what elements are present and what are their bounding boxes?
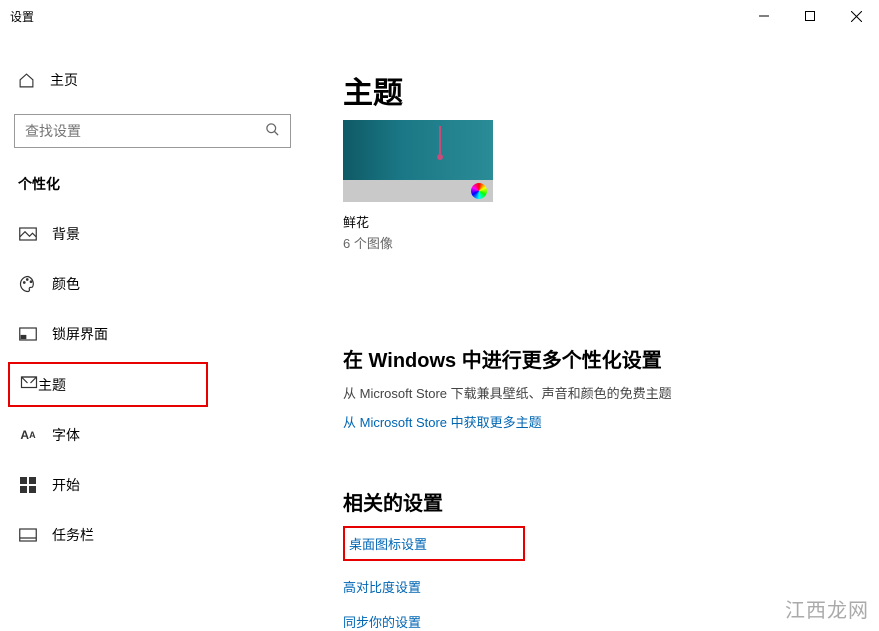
- lockscreen-icon: [18, 324, 38, 344]
- desktop-icon-settings-link-highlight: 桌面图标设置: [343, 526, 525, 561]
- themes-icon: [20, 374, 38, 395]
- more-personalization-desc: 从 Microsoft Store 下载兼具壁纸、声音和颜色的免费主题: [343, 383, 879, 402]
- sidebar-section-label: 个性化: [18, 174, 303, 194]
- store-link[interactable]: 从 Microsoft Store 中获取更多主题: [343, 412, 542, 431]
- maximize-icon: [805, 11, 815, 21]
- maximize-button[interactable]: [787, 0, 833, 32]
- sidebar-home-label: 主页: [50, 70, 78, 90]
- sidebar: 主页 个性化 背景 颜色 锁屏界面: [0, 32, 315, 629]
- home-icon: [18, 72, 38, 89]
- palette-icon: [18, 274, 38, 294]
- color-wheel-icon: [471, 183, 487, 199]
- search-box[interactable]: [14, 114, 291, 148]
- minimize-button[interactable]: [741, 0, 787, 32]
- close-button[interactable]: [833, 0, 879, 32]
- sidebar-item-label: 字体: [52, 425, 80, 445]
- watermark: 江西龙网: [785, 594, 869, 623]
- more-personalization-heading: 在 Windows 中进行更多个性化设置: [343, 344, 879, 373]
- theme-preview[interactable]: [343, 120, 493, 206]
- titlebar: 设置: [0, 0, 879, 32]
- high-contrast-link[interactable]: 高对比度设置: [343, 577, 421, 596]
- taskbar-icon: [18, 525, 38, 545]
- theme-name: 鲜花: [343, 212, 879, 231]
- theme-accent-bar: [343, 180, 493, 202]
- fonts-icon: AA: [18, 425, 38, 445]
- start-icon: [18, 475, 38, 495]
- sidebar-item-taskbar[interactable]: 任务栏: [0, 513, 303, 557]
- theme-thumbnail: [343, 120, 493, 180]
- close-icon: [851, 11, 862, 22]
- related-settings-heading: 相关的设置: [343, 487, 879, 516]
- main-content: 主题 鲜花 6 个图像 在 Windows 中进行更多个性化设置 从 Micro…: [315, 32, 879, 629]
- sidebar-item-label: 任务栏: [52, 525, 94, 545]
- theme-image-count: 6 个图像: [343, 233, 879, 252]
- window-controls: [741, 0, 879, 32]
- sidebar-item-start[interactable]: 开始: [0, 463, 303, 507]
- sidebar-item-label: 开始: [52, 475, 80, 495]
- desktop-icon-settings-link[interactable]: 桌面图标设置: [349, 537, 427, 552]
- sidebar-item-label: 主题: [38, 375, 66, 395]
- window-title: 设置: [10, 8, 34, 25]
- sidebar-item-label: 背景: [52, 224, 80, 244]
- sidebar-item-colors[interactable]: 颜色: [0, 262, 303, 306]
- search-input[interactable]: [25, 123, 265, 139]
- sync-settings-link[interactable]: 同步你的设置: [343, 612, 421, 631]
- sidebar-item-themes[interactable]: 主题: [8, 362, 208, 407]
- sidebar-item-background[interactable]: 背景: [0, 212, 303, 256]
- sidebar-item-fonts[interactable]: AA 字体: [0, 413, 303, 457]
- sidebar-item-lockscreen[interactable]: 锁屏界面: [0, 312, 303, 356]
- page-title: 主题: [343, 68, 879, 112]
- minimize-icon: [759, 11, 769, 21]
- picture-icon: [18, 224, 38, 244]
- sidebar-item-label: 锁屏界面: [52, 324, 108, 344]
- sidebar-item-label: 颜色: [52, 274, 80, 294]
- sidebar-home[interactable]: 主页: [0, 60, 303, 100]
- search-icon: [265, 122, 280, 140]
